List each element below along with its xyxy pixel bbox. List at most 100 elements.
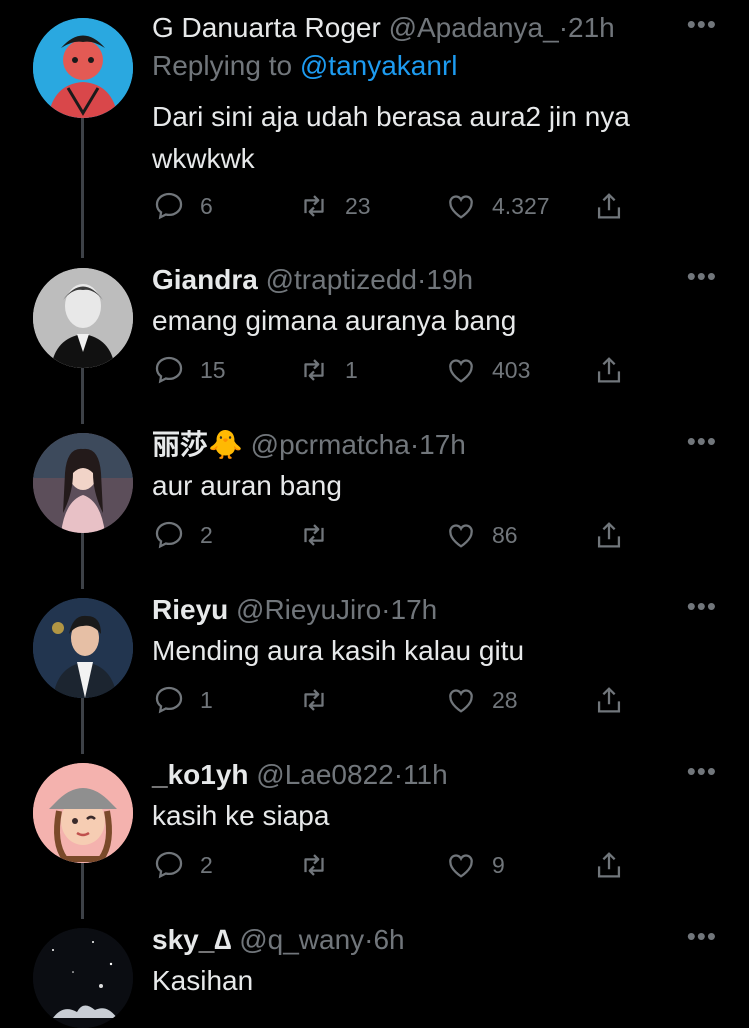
like-button[interactable]: 28 — [444, 680, 518, 720]
more-options-icon[interactable]: ••• — [687, 593, 717, 619]
handle[interactable]: @q_wany — [239, 924, 364, 955]
reply-button[interactable]: 2 — [152, 515, 213, 555]
reply-icon — [155, 521, 183, 549]
avatar-image — [33, 433, 133, 533]
share-icon — [597, 852, 621, 878]
more-options-icon[interactable]: ••• — [687, 263, 717, 289]
display-name[interactable]: sky_∆ — [152, 924, 231, 955]
tweet-text: emang gimana auranya bang — [152, 305, 517, 336]
retweet-button[interactable]: 1 — [297, 350, 358, 390]
tweet-header: Rieyu @RieyuJiro·17h — [152, 592, 437, 628]
tweet[interactable]: sky_∆ @q_wany·6h ••• Kasihan — [0, 922, 749, 1028]
more-options-icon[interactable]: ••• — [687, 758, 717, 784]
avatar-image — [33, 18, 133, 118]
retweet-button[interactable] — [297, 845, 331, 885]
avatar[interactable] — [33, 598, 133, 698]
display-name[interactable]: G Danuarta Roger — [152, 12, 381, 43]
handle[interactable]: @RieyuJiro — [236, 594, 381, 625]
separator: · — [393, 759, 404, 790]
reply-button[interactable]: 15 — [152, 350, 226, 390]
like-button[interactable]: 403 — [444, 350, 530, 390]
like-count: 86 — [492, 521, 518, 548]
share-icon — [597, 522, 621, 548]
more-options-icon[interactable]: ••• — [687, 428, 717, 454]
more-options-icon[interactable]: ••• — [687, 11, 717, 37]
display-name[interactable]: _ko1yh — [152, 759, 249, 790]
tweet[interactable]: _ko1yh @Lae0822·11h ••• kasih ke siapa 2… — [0, 757, 749, 907]
display-name[interactable]: 丽莎 — [152, 429, 208, 460]
reply-count: 2 — [200, 521, 213, 548]
replying-label: Replying to — [152, 50, 293, 81]
retweet-icon — [304, 854, 324, 876]
tweet[interactable]: G Danuarta Roger @Apadanya_·21h ••• Repl… — [0, 10, 749, 240]
retweet-icon — [304, 524, 324, 546]
retweet-icon — [304, 359, 324, 381]
retweet-count: 1 — [345, 356, 358, 383]
chick-emoji-icon: 🐥 — [208, 429, 243, 460]
like-button[interactable]: 4.327 — [444, 186, 550, 226]
share-button[interactable] — [592, 680, 626, 720]
avatar[interactable] — [33, 763, 133, 863]
retweet-count: 23 — [345, 192, 371, 219]
tweet[interactable]: 丽莎🐥 @pcrmatcha·17h ••• aur auran bang 2 … — [0, 427, 749, 577]
tweet-actions: 6 23 4.327 — [152, 186, 632, 226]
retweet-button[interactable]: 23 — [297, 186, 371, 226]
retweet-button[interactable] — [297, 515, 331, 555]
reply-button[interactable]: 6 — [152, 186, 213, 226]
timestamp[interactable]: 17h — [419, 429, 466, 460]
heart-icon — [449, 689, 473, 713]
handle[interactable]: @traptizedd — [266, 264, 417, 295]
separator: · — [416, 264, 427, 295]
tweet-actions: 1 28 — [152, 680, 632, 720]
avatar[interactable] — [33, 18, 133, 118]
avatar-image — [33, 598, 133, 698]
tweet-actions: 2 9 — [152, 845, 632, 885]
reply-count: 15 — [200, 356, 226, 383]
tweet-actions: 15 1 403 — [152, 350, 632, 390]
timestamp[interactable]: 11h — [403, 759, 448, 790]
timestamp[interactable]: 21h — [568, 12, 615, 43]
share-button[interactable] — [592, 515, 626, 555]
heart-icon — [449, 195, 473, 219]
separator: · — [409, 429, 420, 460]
retweet-icon — [304, 195, 324, 217]
like-count: 403 — [492, 356, 531, 383]
avatar-image — [33, 268, 133, 368]
share-icon — [597, 687, 621, 713]
share-button[interactable] — [592, 845, 626, 885]
tweet[interactable]: Giandra @traptizedd·19h ••• emang gimana… — [0, 262, 749, 412]
timestamp[interactable]: 6h — [373, 924, 404, 955]
share-button[interactable] — [592, 350, 626, 390]
tweet-header: Giandra @traptizedd·19h — [152, 262, 473, 298]
tweet-header: 丽莎🐥 @pcrmatcha·17h — [152, 427, 466, 463]
reply-button[interactable]: 1 — [152, 680, 213, 720]
share-button[interactable] — [592, 186, 626, 226]
handle[interactable]: @Lae0822 — [256, 759, 393, 790]
like-button[interactable]: 86 — [444, 515, 518, 555]
handle[interactable]: @Apadanya_ — [389, 12, 559, 43]
display-name[interactable]: Giandra — [152, 264, 258, 295]
avatar[interactable] — [33, 268, 133, 368]
reply-count: 1 — [200, 686, 213, 713]
timestamp[interactable]: 17h — [391, 594, 438, 625]
reply-icon — [155, 851, 183, 879]
reply-button[interactable]: 2 — [152, 845, 213, 885]
heart-icon — [449, 524, 473, 548]
mention-link[interactable]: @tanyakanrl — [300, 50, 458, 81]
timestamp[interactable]: 19h — [426, 264, 473, 295]
handle[interactable]: @pcrmatcha — [251, 429, 410, 460]
avatar[interactable] — [33, 433, 133, 533]
like-button[interactable]: 9 — [444, 845, 505, 885]
retweet-button[interactable] — [297, 680, 331, 720]
display-name[interactable]: Rieyu — [152, 594, 228, 625]
heart-icon — [449, 359, 473, 383]
separator: · — [558, 12, 569, 43]
tweet-text: Mending aura kasih kalau gitu — [152, 635, 525, 666]
avatar[interactable] — [33, 928, 133, 1028]
tweet[interactable]: Rieyu @RieyuJiro·17h ••• Mending aura ka… — [0, 592, 749, 742]
more-options-icon[interactable]: ••• — [687, 923, 717, 949]
share-icon — [597, 193, 621, 219]
like-count: 4.327 — [492, 192, 550, 219]
reply-icon — [155, 686, 183, 714]
tweet-header: G Danuarta Roger @Apadanya_·21h — [152, 10, 615, 46]
